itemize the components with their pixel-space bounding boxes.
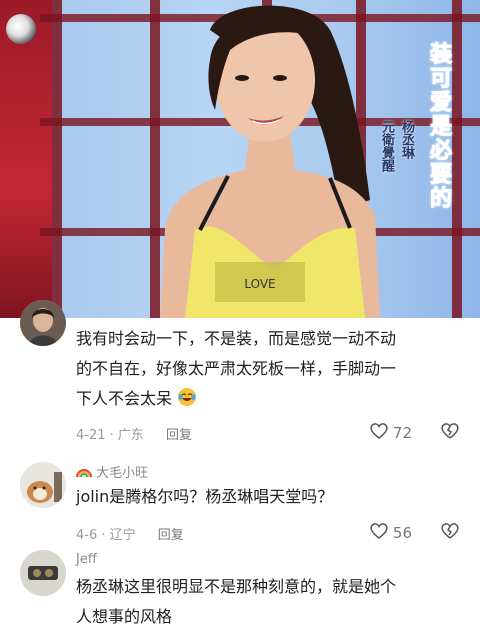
avatar[interactable]	[20, 300, 66, 346]
video-caption: 装可爱是必要的 杨丞琳 元衛覺醒	[372, 42, 462, 272]
like-button[interactable]: 56	[369, 522, 412, 544]
avatar[interactable]	[20, 462, 66, 508]
comment-text-line: 我有时会动一下，不是装，而是感觉一动不动	[76, 329, 397, 348]
like-count: 56	[392, 524, 412, 542]
reply-button[interactable]: 回复	[158, 528, 184, 543]
like-button[interactable]: 72	[369, 422, 412, 444]
comment-text-line: jolin是腾格尔吗？杨丞琳唱天堂吗？	[76, 487, 334, 506]
comment-meta: 4-21 · 广东 回复	[76, 424, 192, 443]
dislike-button[interactable]	[440, 522, 460, 544]
username-label: 大毛小旺	[96, 466, 149, 481]
comment-username[interactable]: Jeff	[76, 552, 97, 567]
heart-icon	[369, 522, 389, 544]
video-frame[interactable]: LOVE 装可爱是必要的 杨丞琳 元衛覺醒	[0, 0, 480, 318]
comment-meta: 4-6 · 辽宁 回复	[76, 524, 184, 543]
comment-date-location: 4-21 · 广东	[76, 428, 144, 443]
comment-text: 杨丞琳这里很明显不是那种刻意的，就是她个 人想事的风格	[76, 572, 436, 632]
comment-list: 我有时会动一下，不是装，而是感觉一动不动 的不自在，好像太严肃太死板一样，手脚动…	[0, 300, 480, 640]
broken-heart-icon	[440, 523, 460, 544]
comment-username[interactable]: 大毛小旺	[76, 462, 148, 481]
laughing-crying-emoji-icon	[177, 387, 197, 417]
person-figure: LOVE	[160, 5, 380, 318]
caption-subtitle: 元衛覺醒	[379, 120, 394, 172]
avatar[interactable]	[20, 550, 66, 596]
comment-text-line: 人想事的风格	[76, 607, 173, 626]
dislike-button[interactable]	[440, 422, 460, 444]
like-count: 72	[392, 424, 412, 442]
reply-button[interactable]: 回复	[166, 428, 192, 443]
comment-date-location: 4-6 · 辽宁	[76, 528, 136, 543]
rainbow-icon	[76, 466, 96, 481]
broken-heart-icon	[440, 423, 460, 444]
comment-text-line: 的不自在，好像太严肃太死板一样，手脚动一	[76, 359, 397, 378]
comment-text: 我有时会动一下，不是装，而是感觉一动不动 的不自在，好像太严肃太死板一样，手脚动…	[76, 324, 436, 417]
shirt-print: LOVE	[244, 277, 275, 291]
comment-text-line: 下人不会太呆	[76, 389, 173, 408]
heart-icon	[369, 422, 389, 444]
comment-text-line: 杨丞琳这里很明显不是那种刻意的，就是她个	[76, 577, 397, 596]
caption-title: 装可爱是必要的	[426, 42, 452, 211]
comment-text: jolin是腾格尔吗？杨丞琳唱天堂吗？	[76, 482, 436, 512]
caption-name: 杨丞琳	[399, 120, 414, 159]
